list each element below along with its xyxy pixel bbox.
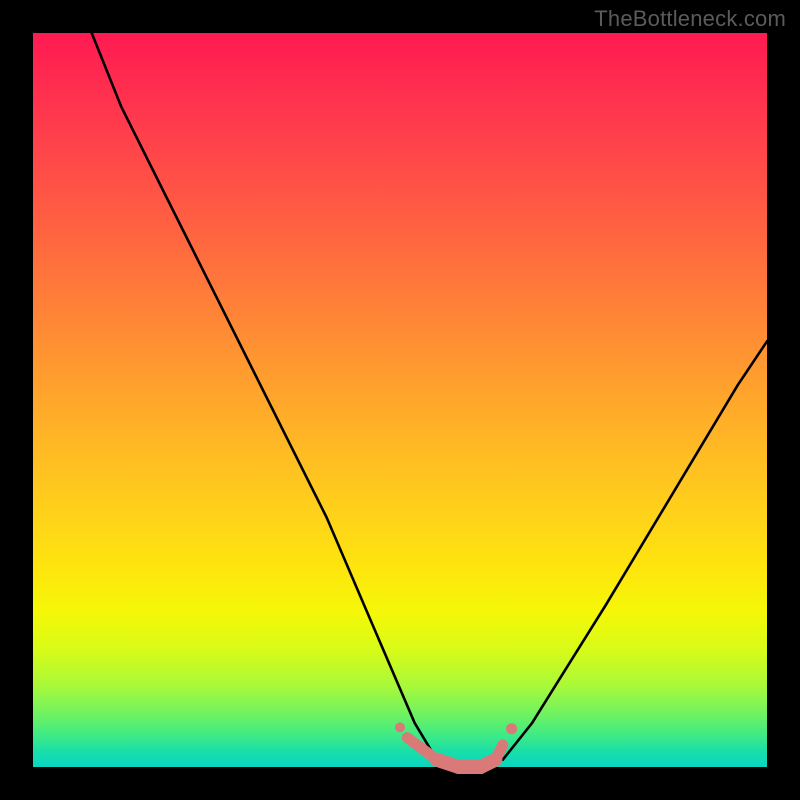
valley-marker-segment: [495, 745, 502, 760]
chart-frame: TheBottleneck.com: [0, 0, 800, 800]
curve-right-arm: [503, 341, 767, 759]
plot-area: [33, 33, 767, 767]
curve-left-arm: [92, 33, 437, 760]
bottleneck-curve: [92, 33, 767, 767]
valley-marker-dot: [395, 722, 405, 732]
valley-markers: [395, 722, 517, 767]
valley-marker-dot: [506, 723, 517, 734]
watermark-text: TheBottleneck.com: [594, 6, 786, 32]
curve-layer: [33, 33, 767, 767]
